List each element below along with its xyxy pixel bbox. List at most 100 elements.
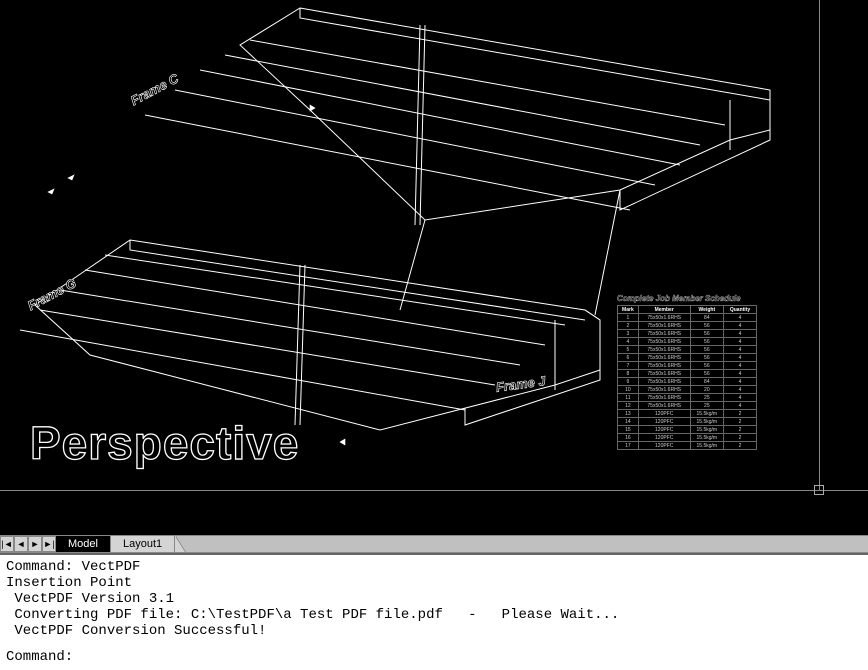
- table-cell: 4: [724, 362, 757, 370]
- table-cell: 7: [618, 362, 639, 370]
- table-cell: 4: [724, 322, 757, 330]
- crosshair-vertical: [819, 0, 820, 490]
- table-cell: 120PFC: [638, 418, 690, 426]
- view-title: Perspective: [30, 416, 299, 470]
- tab-edge-decoration: [175, 536, 185, 552]
- table-cell: 75x50x1.6RHS: [638, 370, 690, 378]
- table-cell: 75x50x1.6RHS: [638, 354, 690, 362]
- table-cell: 9: [618, 378, 639, 386]
- table-cell: 4: [724, 314, 757, 322]
- layout-tabs-bar: |◄ ◄ ► ►| Model Layout1: [0, 535, 868, 553]
- table-cell: 120PFC: [638, 426, 690, 434]
- table-row: 14120PFC15.5kg/m2: [618, 418, 757, 426]
- table-cell: 4: [724, 402, 757, 410]
- table-cell: 8: [618, 370, 639, 378]
- tab-model[interactable]: Model: [56, 536, 111, 552]
- table-row: 1075x50x1.6RHS204: [618, 386, 757, 394]
- table-cell: 15.5kg/m: [690, 410, 723, 418]
- table-cell: 75x50x1.6RHS: [638, 394, 690, 402]
- schedule-header: Member: [638, 306, 690, 314]
- table-row: 17120PFC15.5kg/m2: [618, 442, 757, 450]
- table-cell: 56: [690, 330, 723, 338]
- table-cell: 2: [724, 410, 757, 418]
- schedule-title: Complete Job Member Schedule: [617, 294, 757, 303]
- table-cell: 75x50x1.6RHS: [638, 322, 690, 330]
- cmd-line: Converting PDF file: C:\TestPDF\a Test P…: [6, 607, 862, 623]
- table-cell: 2: [724, 418, 757, 426]
- table-cell: 75x50x1.6RHS: [638, 346, 690, 354]
- table-cell: 17: [618, 442, 639, 450]
- table-cell: 84: [690, 314, 723, 322]
- table-row: 16120PFC15.5kg/m2: [618, 434, 757, 442]
- table-cell: 75x50x1.6RHS: [638, 378, 690, 386]
- table-row: 275x50x1.6RHS564: [618, 322, 757, 330]
- table-cell: 3: [618, 330, 639, 338]
- table-row: 575x50x1.6RHS564: [618, 346, 757, 354]
- table-cell: 15.5kg/m: [690, 426, 723, 434]
- table-cell: 56: [690, 354, 723, 362]
- drawing-viewport[interactable]: Perspective Frame C Frame G Frame J Comp…: [0, 0, 868, 535]
- table-cell: 120PFC: [638, 410, 690, 418]
- table-cell: 120PFC: [638, 434, 690, 442]
- cmd-line: Insertion Point: [6, 575, 862, 591]
- tab-nav-last[interactable]: ►|: [42, 536, 56, 552]
- table-cell: 10: [618, 386, 639, 394]
- table-cell: 16: [618, 434, 639, 442]
- table-cell: 4: [724, 354, 757, 362]
- table-cell: 14: [618, 418, 639, 426]
- table-row: 475x50x1.6RHS564: [618, 338, 757, 346]
- table-cell: 75x50x1.6RHS: [638, 386, 690, 394]
- table-cell: 13: [618, 410, 639, 418]
- table-cell: 15: [618, 426, 639, 434]
- table-cell: 56: [690, 370, 723, 378]
- table-cell: 56: [690, 346, 723, 354]
- table-cell: 15.5kg/m: [690, 434, 723, 442]
- table-cell: 4: [724, 378, 757, 386]
- schedule-header: Weight: [690, 306, 723, 314]
- table-cell: 11: [618, 394, 639, 402]
- table-cell: 15.5kg/m: [690, 442, 723, 450]
- table-cell: 56: [690, 322, 723, 330]
- table-cell: 56: [690, 362, 723, 370]
- table-cell: 25: [690, 394, 723, 402]
- table-row: 175x50x1.6RHS844: [618, 314, 757, 322]
- cmd-prompt[interactable]: Command:: [6, 649, 862, 665]
- cmd-line: Command: VectPDF: [6, 559, 862, 575]
- crosshair-pickbox: [814, 485, 824, 495]
- table-cell: 84: [690, 378, 723, 386]
- table-cell: 15.5kg/m: [690, 418, 723, 426]
- table-row: 15120PFC15.5kg/m2: [618, 426, 757, 434]
- cmd-line: VectPDF Conversion Successful!: [6, 623, 862, 639]
- table-cell: 75x50x1.6RHS: [638, 362, 690, 370]
- cmd-line: VectPDF Version 3.1: [6, 591, 862, 607]
- table-cell: 4: [618, 338, 639, 346]
- table-row: 975x50x1.6RHS844: [618, 378, 757, 386]
- table-cell: 5: [618, 346, 639, 354]
- table-row: 375x50x1.6RHS564: [618, 330, 757, 338]
- tab-layout1[interactable]: Layout1: [111, 536, 175, 552]
- schedule-header: Quantity: [724, 306, 757, 314]
- table-cell: 75x50x1.6RHS: [638, 330, 690, 338]
- table-row: 13120PFC15.5kg/m2: [618, 410, 757, 418]
- table-cell: 4: [724, 386, 757, 394]
- table-cell: 25: [690, 402, 723, 410]
- table-cell: 20: [690, 386, 723, 394]
- table-cell: 75x50x1.6RHS: [638, 338, 690, 346]
- tab-nav-first[interactable]: |◄: [0, 536, 14, 552]
- table-cell: 75x50x1.6RHS: [638, 314, 690, 322]
- table-cell: 2: [724, 442, 757, 450]
- table-row: 1275x50x1.6RHS254: [618, 402, 757, 410]
- tab-nav-group: |◄ ◄ ► ►|: [0, 536, 56, 552]
- table-cell: 4: [724, 346, 757, 354]
- command-window[interactable]: Command: VectPDF Insertion Point VectPDF…: [0, 553, 868, 670]
- schedule-header: Mark: [618, 306, 639, 314]
- table-row: 875x50x1.6RHS564: [618, 370, 757, 378]
- table-cell: 4: [724, 394, 757, 402]
- table-cell: 4: [724, 330, 757, 338]
- tab-nav-prev[interactable]: ◄: [14, 536, 28, 552]
- table-row: 1175x50x1.6RHS254: [618, 394, 757, 402]
- table-cell: 2: [724, 434, 757, 442]
- table-cell: 2: [724, 426, 757, 434]
- tab-nav-next[interactable]: ►: [28, 536, 42, 552]
- table-cell: 4: [724, 370, 757, 378]
